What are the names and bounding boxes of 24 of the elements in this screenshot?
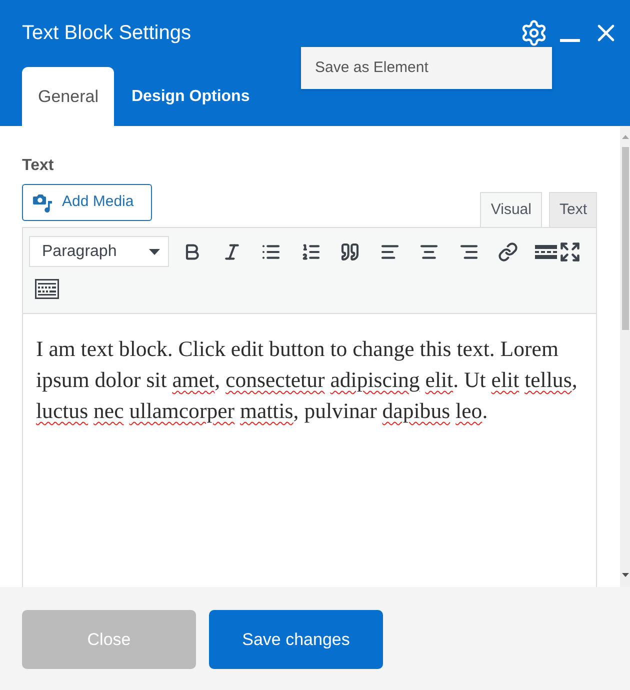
window-title: Text Block Settings bbox=[22, 21, 191, 46]
quote-icon[interactable] bbox=[340, 242, 360, 262]
tab[interactable]: Design Options bbox=[114, 67, 267, 126]
menu-item[interactable]: Save as Element bbox=[301, 47, 552, 89]
field-label: Text bbox=[22, 156, 54, 176]
toolbar-toggle-icon[interactable] bbox=[35, 279, 59, 299]
format-select[interactable]: Paragraph bbox=[29, 236, 169, 267]
tab[interactable]: General bbox=[22, 67, 114, 126]
settings-icon[interactable] bbox=[520, 19, 548, 47]
editor-tab[interactable]: Text bbox=[549, 192, 597, 227]
caret-icon bbox=[149, 248, 160, 254]
numbered-list-icon[interactable] bbox=[300, 242, 320, 262]
link-icon[interactable] bbox=[498, 242, 518, 262]
editor-field[interactable]: I am text block. Click edit button to change this text. Lorem ipsum dolor sit amet, consectetur adipiscing elit. Ut elit tellus, luctus nec ullamcorper mattis, pulvinar dapibus leo. bbox=[22, 314, 597, 587]
scrollbar-thumb[interactable] bbox=[622, 147, 628, 330]
media-icon bbox=[33, 192, 53, 212]
body-text: I am text block. Click edit button to change this text. Lorem ipsum dolor sit amet, consectetur adipiscing elit. Ut elit tellus, luctus nec ullamcorper mattis, pulvinar dapibus leo. bbox=[36, 336, 578, 425]
fullscreen-icon[interactable] bbox=[558, 240, 580, 262]
minimize-icon[interactable] bbox=[560, 38, 580, 42]
add-media-button[interactable]: Add Media bbox=[22, 184, 152, 221]
read-more-icon[interactable] bbox=[534, 244, 556, 258]
scroll-down-icon[interactable] bbox=[622, 573, 628, 577]
editor-tab[interactable]: Visual bbox=[480, 192, 542, 227]
footer-button[interactable]: Save changes bbox=[209, 610, 383, 669]
